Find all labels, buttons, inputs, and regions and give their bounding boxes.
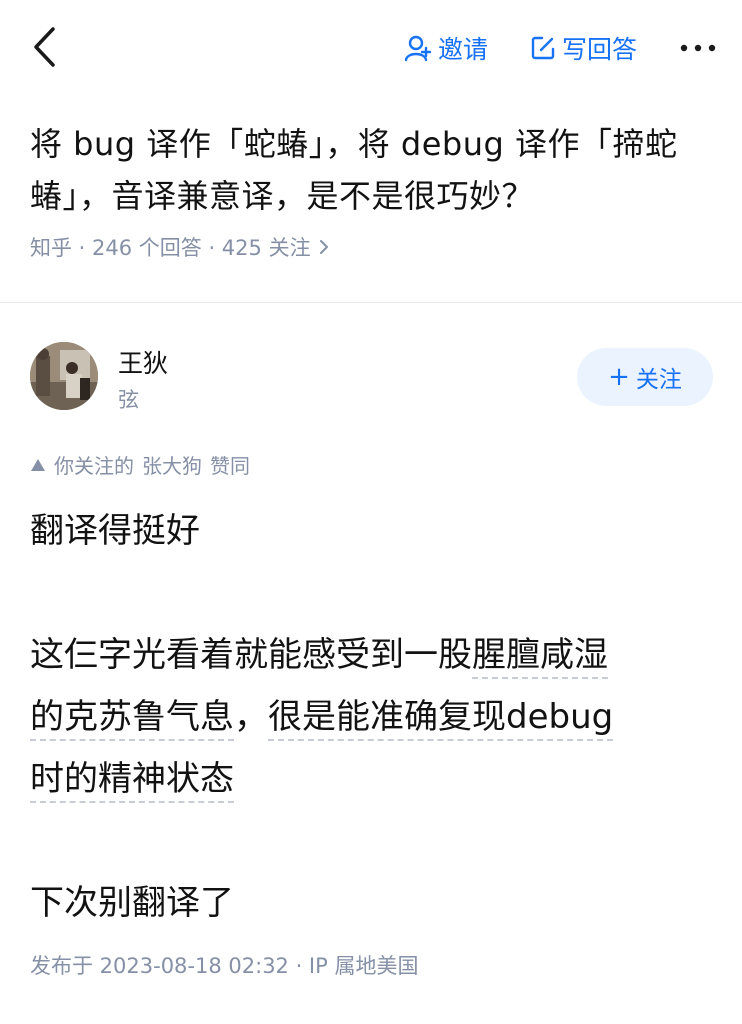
answer-paragraph: 这仨字光看着就能感受到一股腥膻咸湿 的克苏鲁气息，很是能准确复现debug 时的… [30, 624, 720, 810]
upvote-triangle-icon [31, 458, 45, 471]
question-meta-text: 知乎 · 246 个回答 · 425 关注 [30, 236, 311, 260]
answer-paragraph: 翻译得挺好 [30, 500, 720, 562]
write-answer-label: 写回答 [562, 35, 638, 64]
section-divider [0, 302, 742, 303]
chevron-left-icon [34, 27, 55, 67]
avatar-photo [30, 342, 98, 410]
top-nav: 邀请 写回答 [0, 0, 742, 100]
author-bio: 弦 [118, 388, 139, 412]
answer-paragraph: 下次别翻译了 [30, 872, 720, 934]
search-link[interactable]: 时的精神状态 [30, 759, 234, 803]
search-link[interactable]: 的克苏鲁气息 [30, 697, 234, 741]
answer-text: 翻译得挺好 [30, 511, 200, 551]
answer-text: 这仨字光看着就能感受到一股 [30, 635, 472, 675]
invite-label: 邀请 [438, 35, 489, 64]
author-name[interactable]: 王狄 [118, 344, 168, 380]
endorse-action: 赞同 [210, 454, 250, 478]
endorsement-line: 你关注的 张大狗 赞同 [30, 450, 250, 479]
invite-button[interactable]: 邀请 [404, 28, 488, 68]
chevron-right-icon [319, 240, 328, 254]
answer-text: ， [234, 697, 268, 737]
avatar[interactable] [30, 342, 98, 410]
back-button[interactable] [22, 22, 66, 72]
endorser-name[interactable]: 张大狗 [142, 450, 202, 479]
publish-info: 发布于 2023-08-18 02:32 · IP 属地美国 [30, 954, 419, 978]
user-plus-icon [404, 35, 432, 62]
answer-text: 下次别翻译了 [30, 883, 234, 923]
search-link[interactable]: 很是能准确复现debug [268, 697, 614, 741]
plus-icon: + [608, 362, 630, 392]
write-answer-button[interactable]: 写回答 [530, 28, 637, 68]
search-link[interactable]: 腥膻咸湿 [472, 635, 608, 679]
question-title[interactable]: 将 bug 译作「蛇蝽」，将 debug 译作「揥蛇蝽」，音译兼意译，是不是很巧… [30, 118, 720, 222]
more-button[interactable] [676, 30, 720, 66]
follow-label: 关注 [635, 367, 682, 393]
edit-icon [531, 36, 555, 60]
follow-button[interactable]: + 关注 [577, 348, 713, 406]
endorse-prefix: 你关注的 [54, 454, 134, 478]
question-meta[interactable]: 知乎 · 246 个回答 · 425 关注 [30, 232, 329, 262]
answer-body: 翻译得挺好 这仨字光看着就能感受到一股腥膻咸湿 的克苏鲁气息，很是能准确复现de… [30, 500, 720, 934]
more-dots-icon [680, 44, 716, 52]
